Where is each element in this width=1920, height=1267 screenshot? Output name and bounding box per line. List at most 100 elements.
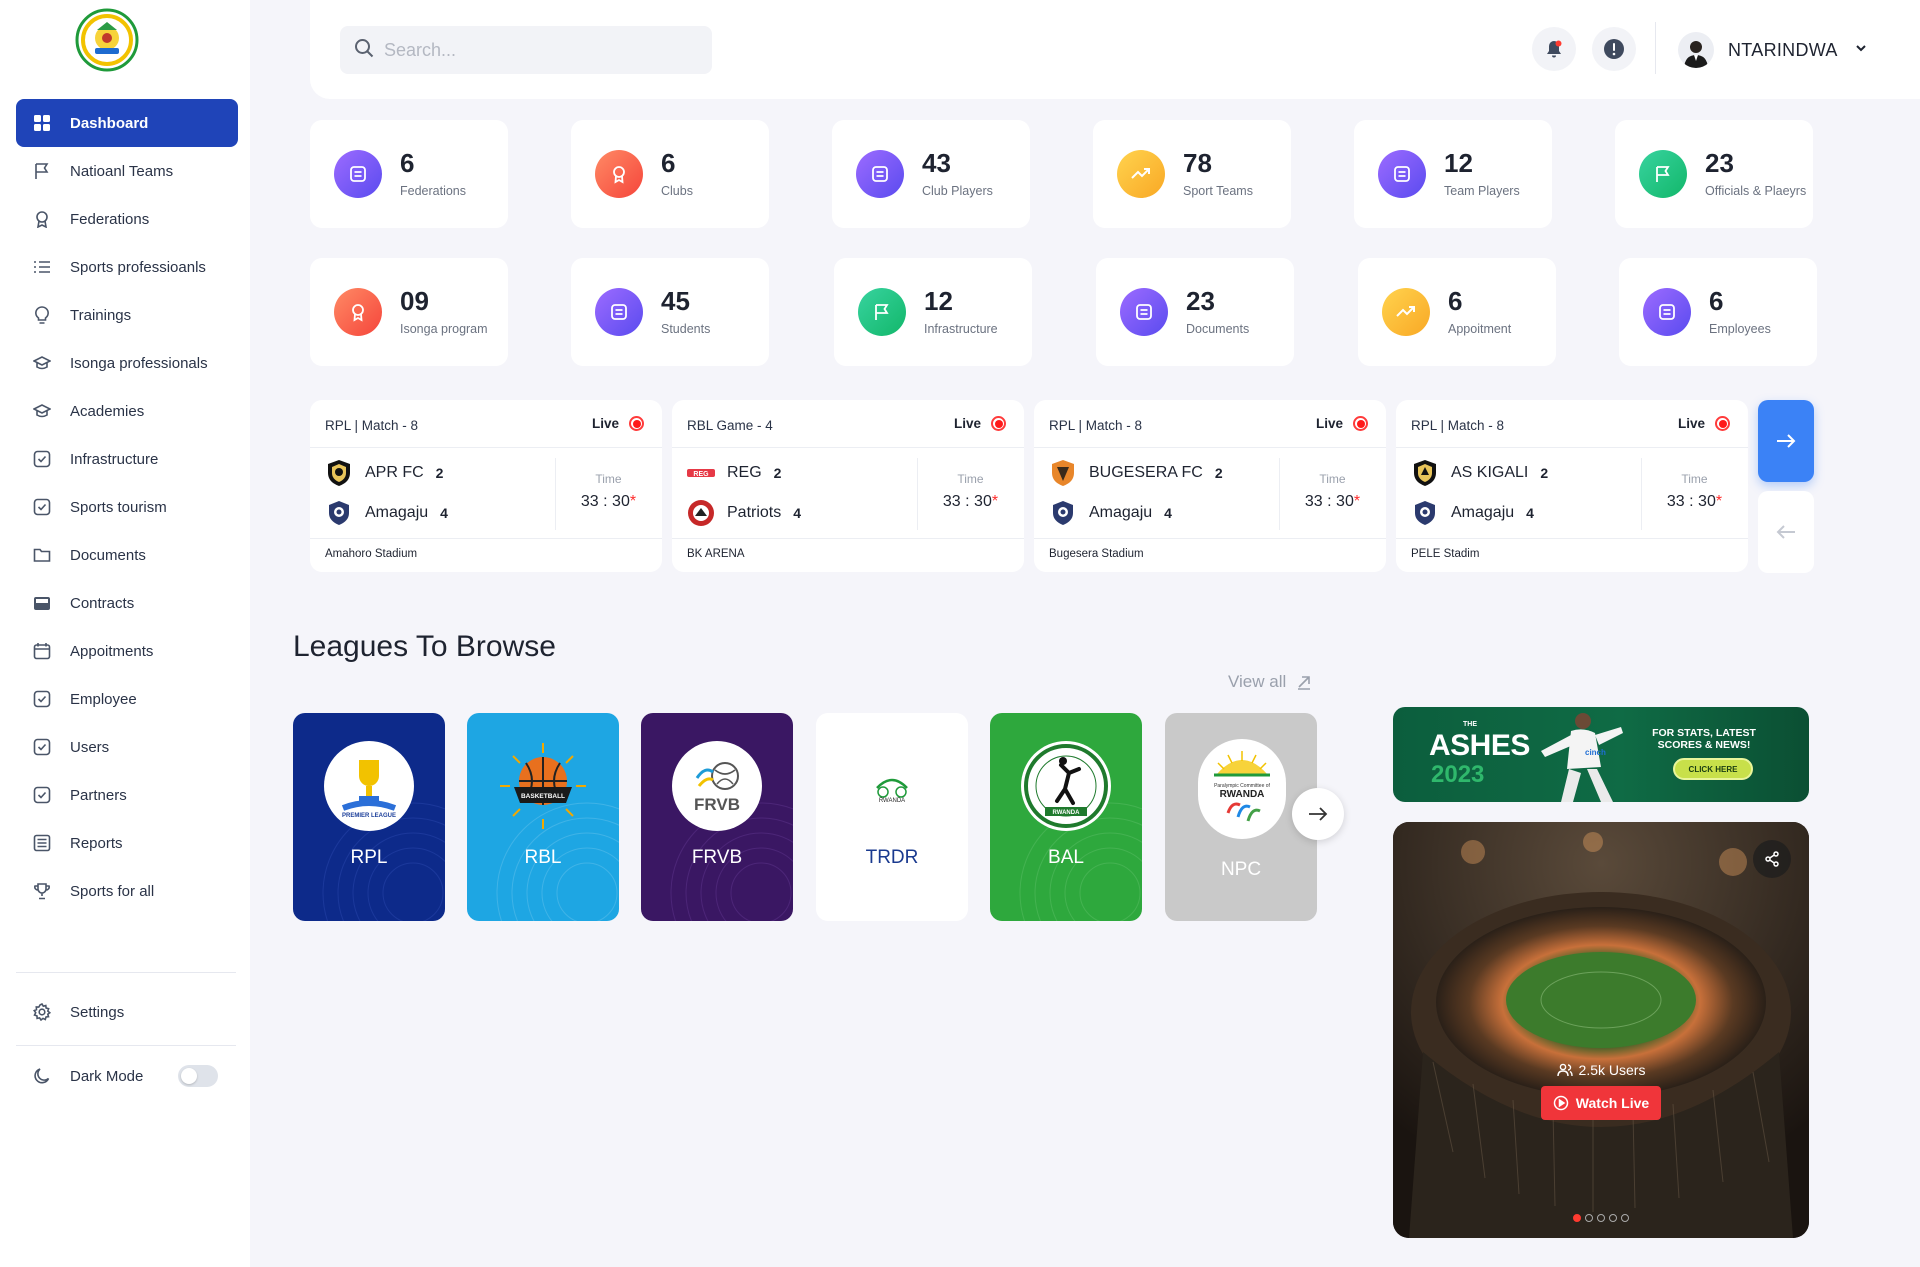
carousel-dot[interactable] [1573, 1214, 1581, 1222]
sidebar-item-users[interactable]: Users [16, 723, 238, 771]
notifications-button[interactable] [1532, 27, 1576, 71]
live-video-card[interactable]: 2.5k Users Watch Live [1393, 822, 1809, 1238]
league-card-bal[interactable]: RWANDA BAL [990, 713, 1142, 921]
league-name: NPC [1220, 859, 1262, 880]
sidebar-item-national-teams[interactable]: Natioanl Teams [16, 147, 238, 195]
search-input[interactable] [384, 39, 684, 61]
frvb-logo: FRVB [672, 741, 762, 831]
team-score: 4 [1526, 505, 1534, 521]
stat-card-club-players[interactable]: 43 Club Players [832, 120, 1030, 228]
ashes-ad-banner[interactable]: THE ASHES 2023 cinch FOR STATS, LATEST S… [1393, 707, 1809, 802]
ad-cta-button[interactable]: CLICK HERE [1673, 758, 1753, 780]
carousel-dot[interactable] [1597, 1214, 1605, 1222]
league-name: FRVB [691, 847, 743, 868]
sidebar-item-dashboard[interactable]: Dashboard [16, 99, 238, 147]
ad-year: 2023 [1431, 761, 1485, 788]
stat-card-appointment[interactable]: 6 Appoitment [1358, 258, 1556, 366]
sidebar: Dashboard Natioanl Teams Federations Spo… [0, 0, 250, 1267]
graduation-cap-icon [32, 353, 52, 373]
home-team: BUGESERA FC 2 [1049, 458, 1223, 488]
check-square-icon [32, 737, 52, 757]
sidebar-item-isonga-professionals[interactable]: Isonga professionals [16, 339, 238, 387]
sidebar-item-trainings[interactable]: Trainings [16, 291, 238, 339]
stat-card-federations[interactable]: 6 Federations [310, 120, 508, 228]
stat-card-documents[interactable]: 23 Documents [1096, 258, 1294, 366]
clipboard-icon [1120, 288, 1168, 336]
stat-card-clubs[interactable]: 6 Clubs [571, 120, 769, 228]
rwanda-emblem-logo[interactable] [75, 8, 139, 72]
away-team: Patriots 4 [687, 498, 801, 528]
info-button[interactable] [1592, 27, 1636, 71]
trending-up-icon [1382, 288, 1430, 336]
team-name: Amagaju [1451, 504, 1515, 521]
sidebar-item-sports-tourism[interactable]: Sports tourism [16, 483, 238, 531]
match-venue: Amahoro Stadium [325, 548, 418, 560]
view-all-link[interactable]: View all [1228, 672, 1312, 692]
stat-label: Federations [400, 184, 467, 198]
view-all-label: View all [1228, 672, 1287, 691]
sidebar-item-federations[interactable]: Federations [16, 195, 238, 243]
as-kigali-logo-icon [1411, 459, 1439, 487]
league-card-trdr[interactable]: RWANDA TRDR [816, 713, 968, 921]
match-card[interactable]: RPL | Match - 8 Live AS KIGALI 2 Amagaju… [1396, 400, 1748, 572]
sidebar-item-sports-for-all[interactable]: Sports for all [16, 867, 238, 915]
sidebar-item-contracts[interactable]: Contracts [16, 579, 238, 627]
stat-label: Clubs [661, 184, 693, 198]
stat-label: Team Players [1444, 184, 1520, 198]
league-card-rpl[interactable]: PREMIER LEAGUE RPL [293, 713, 445, 921]
award-icon [334, 288, 382, 336]
check-square-icon [32, 689, 52, 709]
stat-card-sport-teams[interactable]: 78 Sport Teams [1093, 120, 1291, 228]
stat-card-officials[interactable]: 23 Officials & Plaeyrs [1615, 120, 1813, 228]
sidebar-item-reports[interactable]: Reports [16, 819, 238, 867]
ad-brand: cinch [1585, 748, 1606, 757]
viewer-count: 2.5k Users [1393, 1062, 1809, 1078]
team-score: 2 [1214, 465, 1223, 481]
stat-value: 43 [922, 148, 951, 178]
dark-mode-toggle[interactable] [178, 1065, 218, 1087]
trending-up-icon [1117, 150, 1165, 198]
clipboard-icon [1378, 150, 1426, 198]
sidebar-item-partners[interactable]: Partners [16, 771, 238, 819]
share-button[interactable] [1753, 840, 1791, 878]
stat-value: 12 [924, 286, 953, 316]
carousel-dot[interactable] [1585, 1214, 1593, 1222]
match-title: RPL | Match - 8 [325, 418, 419, 433]
match-card[interactable]: RBL Game - 4 Live REG REG 2 Patriots 4 T… [672, 400, 1024, 572]
amagaju-logo-icon [1049, 499, 1077, 527]
carousel-dot[interactable] [1609, 1214, 1617, 1222]
sidebar-item-employee[interactable]: Employee [16, 675, 238, 723]
match-card[interactable]: RPL | Match - 8 Live BUGESERA FC 2 Amaga… [1034, 400, 1386, 572]
watch-live-button[interactable]: Watch Live [1541, 1086, 1661, 1120]
sidebar-item-label: Users [70, 738, 110, 756]
stat-card-infrastructure[interactable]: 12 Infrastructure [834, 258, 1032, 366]
search-box[interactable] [340, 26, 712, 74]
amagaju-logo-icon [325, 499, 353, 527]
user-menu[interactable]: NTARINDWA [1678, 30, 1868, 70]
team-name: BUGESERA FC [1089, 464, 1203, 481]
stat-card-employees[interactable]: 6 Employees [1619, 258, 1817, 366]
league-card-frvb[interactable]: FRVB FRVB [641, 713, 793, 921]
matches-next-button[interactable] [1758, 400, 1814, 482]
matches-prev-button[interactable] [1758, 491, 1814, 573]
sidebar-item-infrastructure[interactable]: Infrastructure [16, 435, 238, 483]
report-icon [32, 833, 52, 853]
svg-text:REG: REG [693, 471, 709, 478]
sidebar-item-academies[interactable]: Academies [16, 387, 238, 435]
sidebar-item-sports-professionals[interactable]: Sports professioanls [16, 243, 238, 291]
stat-card-students[interactable]: 45 Students [571, 258, 769, 366]
folder-icon [32, 545, 52, 565]
stat-card-isonga-program[interactable]: 09 Isonga program [310, 258, 508, 366]
sidebar-item-documents[interactable]: Documents [16, 531, 238, 579]
check-square-icon [32, 785, 52, 805]
leagues-next-button[interactable] [1292, 788, 1344, 840]
team-score: 4 [793, 505, 802, 521]
stat-card-team-players[interactable]: 12 Team Players [1354, 120, 1552, 228]
match-card[interactable]: RPL | Match - 8 Live APR FC 2 Amagaju 4 … [310, 400, 662, 572]
match-divider [310, 447, 662, 448]
sidebar-item-settings[interactable]: Settings [16, 990, 238, 1034]
carousel-dot[interactable] [1621, 1214, 1629, 1222]
sidebar-item-appointments[interactable]: Appoitments [16, 627, 238, 675]
league-card-rbl[interactable]: BASKETBALL RBL [467, 713, 619, 921]
flag-icon [32, 161, 52, 181]
